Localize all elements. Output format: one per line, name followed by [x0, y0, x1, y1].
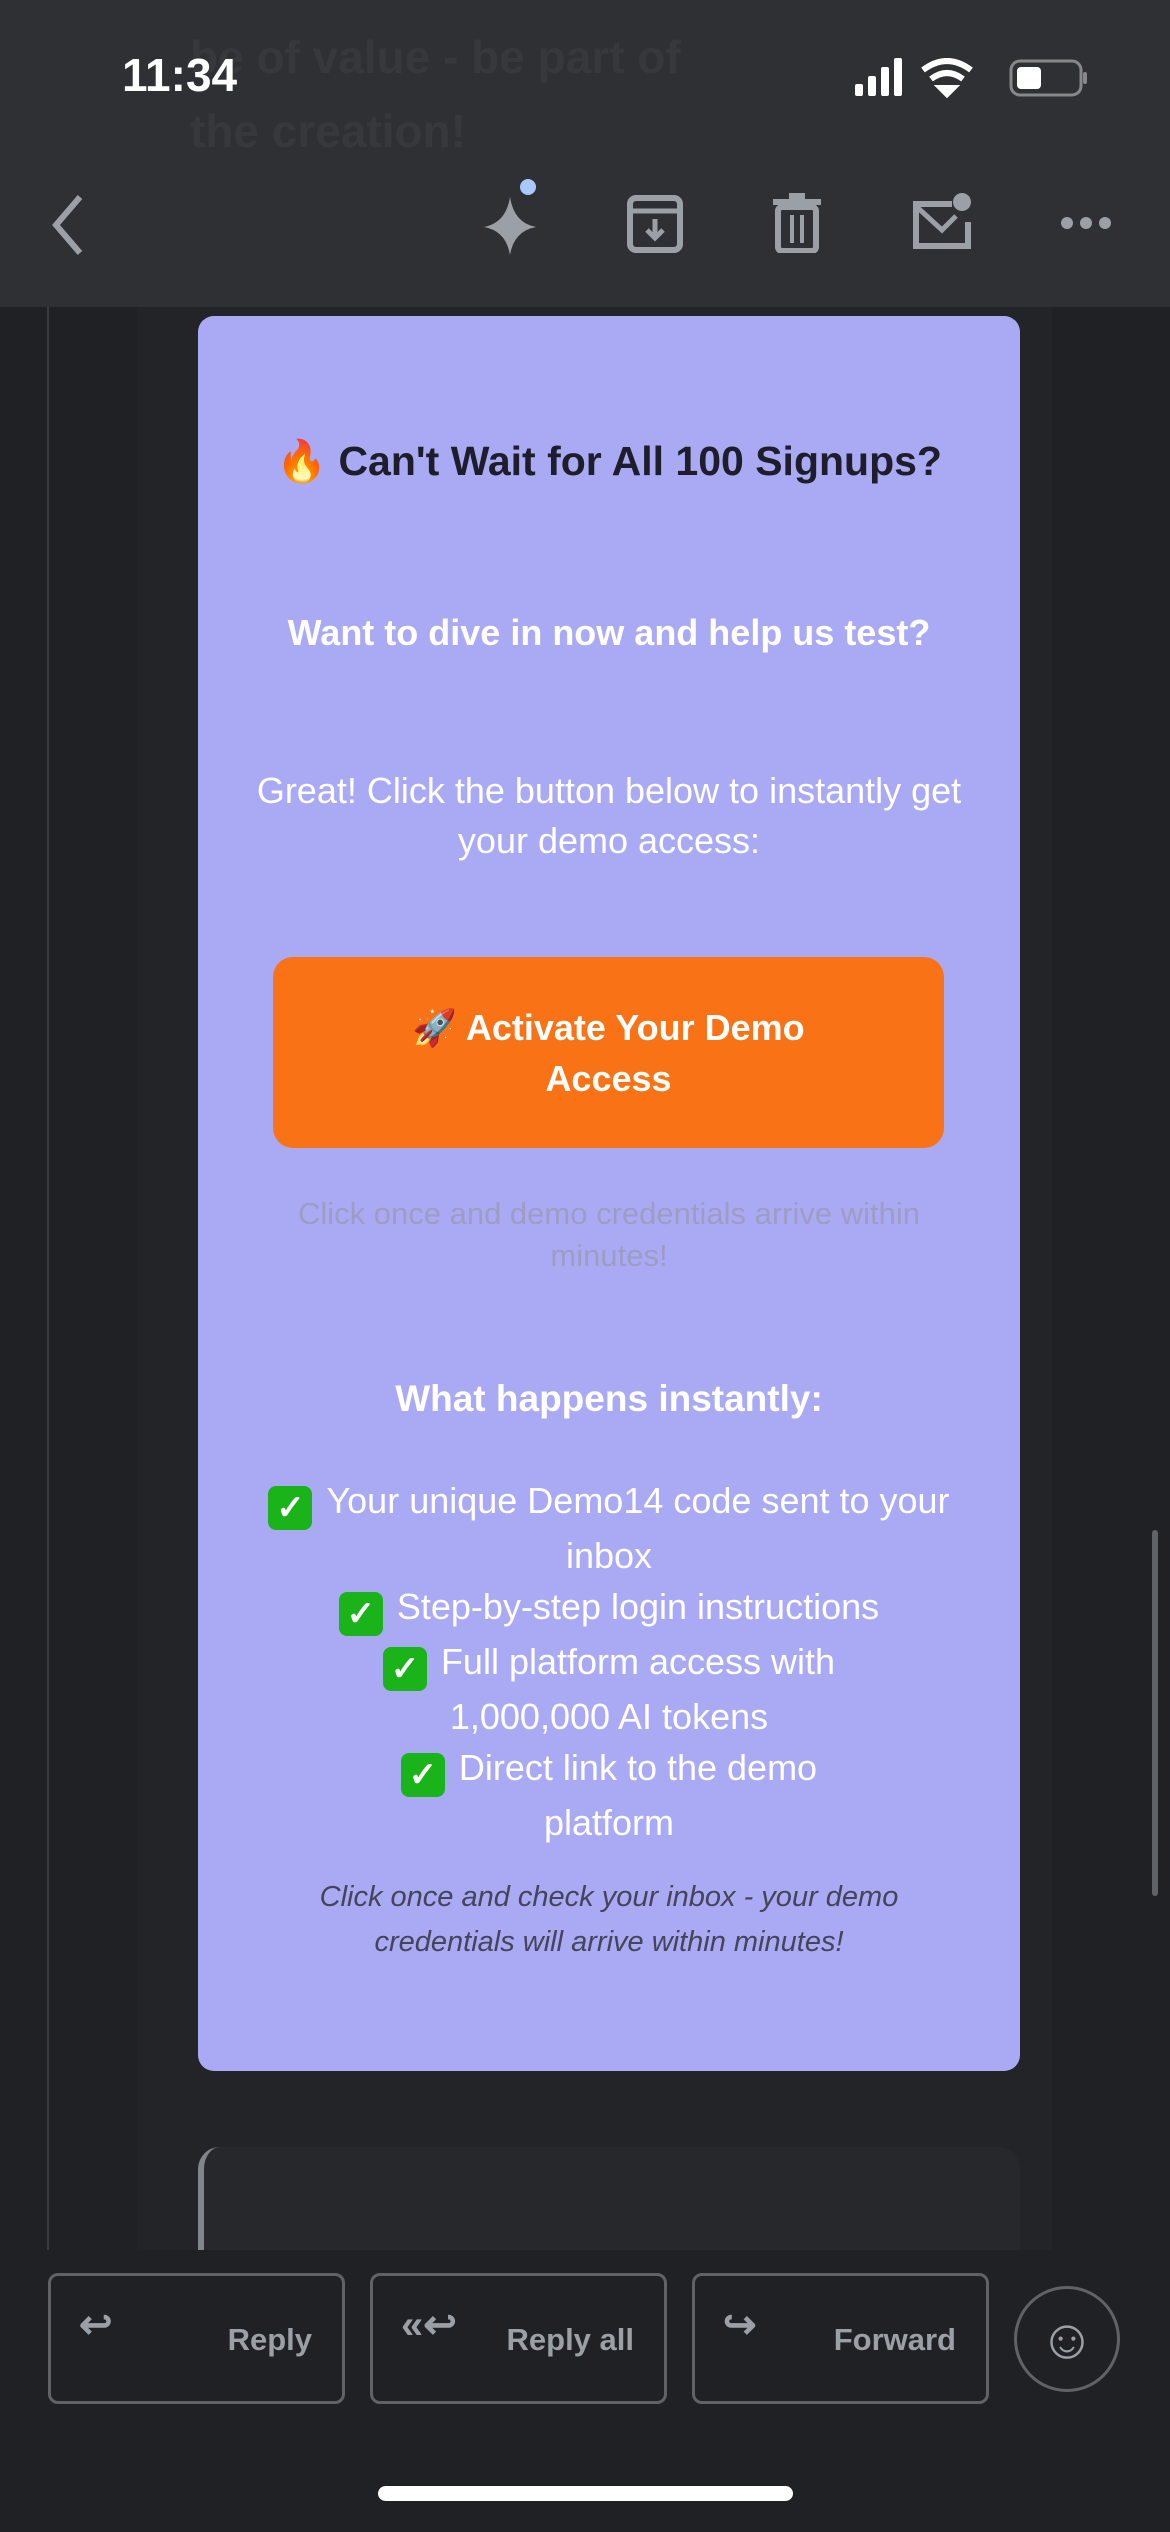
promo-card: 🔥 Can't Wait for All 100 Signups? Want t… — [198, 316, 1020, 2071]
list-item: ✓ Step-by-step login instructions — [268, 1581, 950, 1636]
list-item: ✓ Your unique Demo14 code sent to your in… — [268, 1475, 950, 1581]
reply-all-button[interactable]: «↩ Reply all — [370, 2273, 667, 2404]
check-icon: ✓ — [338, 1592, 383, 1636]
status-time: 11:34 — [122, 49, 238, 101]
reply-button[interactable]: ↩ Reply — [48, 2273, 345, 2404]
cta-note: Click once and demo credentials arrive w… — [297, 1196, 920, 1273]
card-title: 🔥 Can't Wait for All 100 Signups? — [276, 438, 942, 484]
smiley-icon: ☺ — [1038, 2307, 1096, 2370]
list-heading: What happens instantly: — [395, 1378, 823, 1419]
check-icon: ✓ — [382, 1647, 427, 1691]
activate-demo-button[interactable]: 🚀 Activate Your Demo Access — [273, 957, 944, 1148]
back-icon[interactable] — [48, 193, 88, 257]
card-footer: Click once and check your inbox - your d… — [319, 1881, 899, 1958]
signal-icon — [855, 58, 902, 96]
emoji-reaction-button[interactable]: ☺ — [1014, 2286, 1120, 2392]
scrollbar[interactable] — [1152, 1530, 1158, 1896]
gemini-sparkle-icon[interactable] — [480, 175, 544, 255]
status-icons — [855, 58, 1087, 98]
benefits-list: ✓ Your unique Demo14 code sent to your in… — [268, 1475, 950, 1848]
scrolled-email-text: be of value - be part of the creation! — [190, 31, 681, 157]
card-subtitle: Want to dive in now and help us test? — [287, 612, 931, 653]
mark-unread-icon[interactable] — [912, 192, 974, 250]
reply-icon: ↩ — [79, 2303, 113, 2347]
check-icon: ✓ — [268, 1486, 313, 1530]
check-icon: ✓ — [400, 1753, 445, 1797]
archive-icon[interactable] — [627, 195, 683, 253]
reply-all-icon: «↩ — [401, 2303, 457, 2347]
delete-icon[interactable] — [773, 193, 821, 253]
wifi-icon — [921, 58, 973, 98]
thread-divider — [47, 307, 49, 2250]
forward-button[interactable]: ↪ Forward — [692, 2273, 989, 2404]
home-indicator[interactable] — [378, 2486, 793, 2501]
battery-icon — [1009, 59, 1087, 97]
card-intro: Great! Click the button below to instant… — [256, 770, 962, 861]
list-item: ✓ Direct link to the demo platform — [268, 1742, 950, 1848]
list-item: ✓ Full platform access with 1,000,000 AI … — [268, 1636, 950, 1742]
forward-icon: ↪ — [723, 2303, 757, 2347]
more-icon[interactable] — [1060, 213, 1112, 233]
